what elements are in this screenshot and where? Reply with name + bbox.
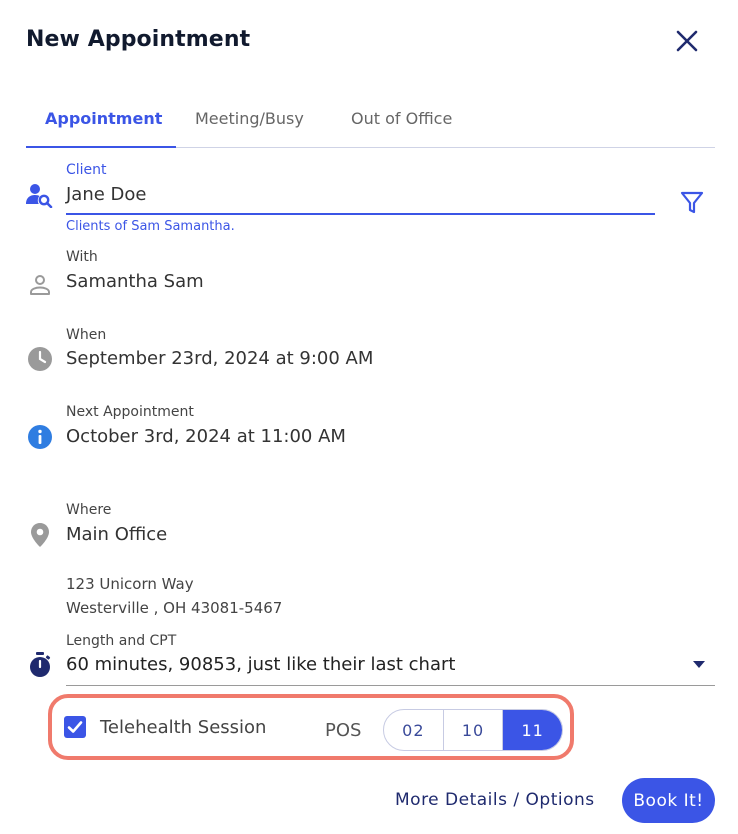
location-pin-icon: [30, 522, 50, 548]
dropdown-arrow-icon[interactable]: [692, 660, 706, 669]
client-input-underline: [66, 213, 655, 215]
dialog-title: New Appointment: [26, 27, 251, 52]
pos-option-10[interactable]: 10: [442, 710, 503, 750]
pos-toggle-group: 02 10 11: [383, 709, 563, 751]
client-helper-text: Clients of Sam Samantha.: [66, 219, 235, 234]
when-label: When: [66, 327, 107, 343]
where-value[interactable]: Main Office: [66, 524, 167, 545]
where-label: Where: [66, 502, 112, 518]
client-input[interactable]: Jane Doe: [66, 184, 147, 205]
filter-icon[interactable]: [680, 190, 704, 216]
book-it-button[interactable]: Book It!: [622, 778, 715, 823]
tab-meeting-busy[interactable]: Meeting/Busy: [195, 109, 304, 128]
length-cpt-label: Length and CPT: [66, 633, 177, 649]
with-label: With: [66, 249, 98, 265]
close-icon[interactable]: [674, 28, 700, 54]
info-icon: [27, 424, 53, 450]
length-cpt-underline: [66, 685, 715, 686]
client-label: Client: [66, 162, 107, 178]
telehealth-label[interactable]: Telehealth Session: [100, 717, 266, 738]
when-value[interactable]: September 23rd, 2024 at 9:00 AM: [66, 348, 373, 369]
tab-out-of-office[interactable]: Out of Office: [351, 109, 452, 128]
active-tab-indicator: [26, 146, 176, 148]
telehealth-checkbox[interactable]: [64, 716, 86, 738]
pos-label: POS: [325, 720, 362, 741]
clock-icon: [27, 346, 53, 372]
length-cpt-select[interactable]: 60 minutes, 90853, just like their last …: [66, 654, 455, 675]
address-line-1: 123 Unicorn Way: [66, 575, 194, 593]
stopwatch-icon: [28, 651, 52, 679]
next-appointment-value: October 3rd, 2024 at 11:00 AM: [66, 426, 346, 447]
next-appointment-label: Next Appointment: [66, 404, 194, 420]
checkmark-icon: [67, 721, 83, 733]
tab-appointment[interactable]: Appointment: [45, 109, 162, 128]
address-line-2: Westerville , OH 43081-5467: [66, 599, 283, 617]
more-details-button[interactable]: More Details / Options: [395, 790, 595, 810]
pos-option-11[interactable]: 11: [502, 710, 562, 750]
person-icon: [28, 273, 52, 297]
with-value[interactable]: Samantha Sam: [66, 271, 204, 292]
user-search-icon: [26, 182, 54, 208]
pos-option-02[interactable]: 02: [384, 710, 443, 750]
